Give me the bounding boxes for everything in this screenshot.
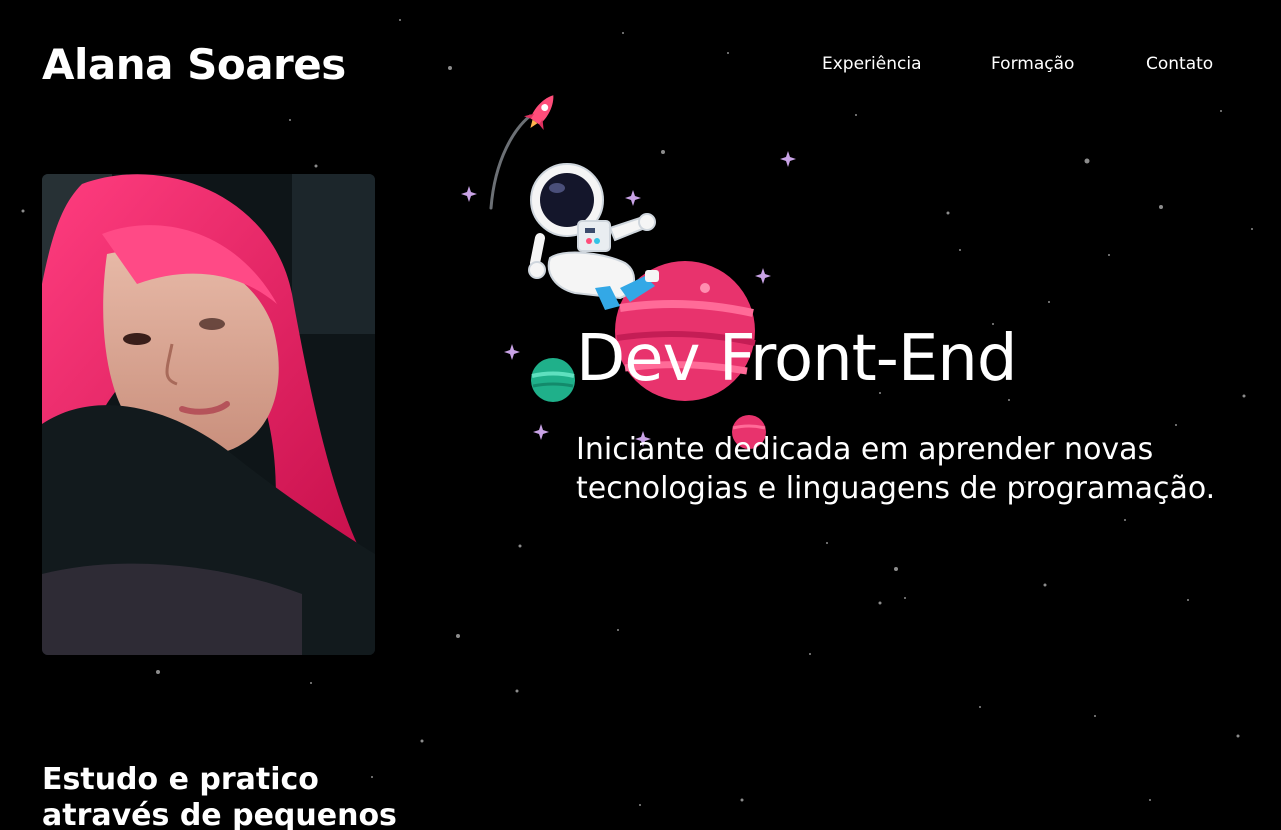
nav-link-experiencia[interactable]: Experiência: [822, 54, 922, 74]
hero-subtitle: Iniciante dedicada em aprender novas tec…: [576, 432, 1216, 506]
astronaut-icon: [528, 163, 659, 310]
hero-title: Dev Front-End: [576, 322, 1017, 396]
intro-heading: Estudo e pratico através de pequenos: [42, 762, 397, 830]
profile-photo: [42, 174, 375, 655]
main-nav: Experiência Formação Contato: [0, 54, 1281, 84]
nav-link-formacao[interactable]: Formação: [991, 54, 1074, 74]
space-illustration: [461, 95, 796, 449]
planet-teal-icon: [531, 358, 575, 402]
rocket-icon: [523, 95, 554, 130]
nav-link-contato[interactable]: Contato: [1146, 54, 1213, 74]
